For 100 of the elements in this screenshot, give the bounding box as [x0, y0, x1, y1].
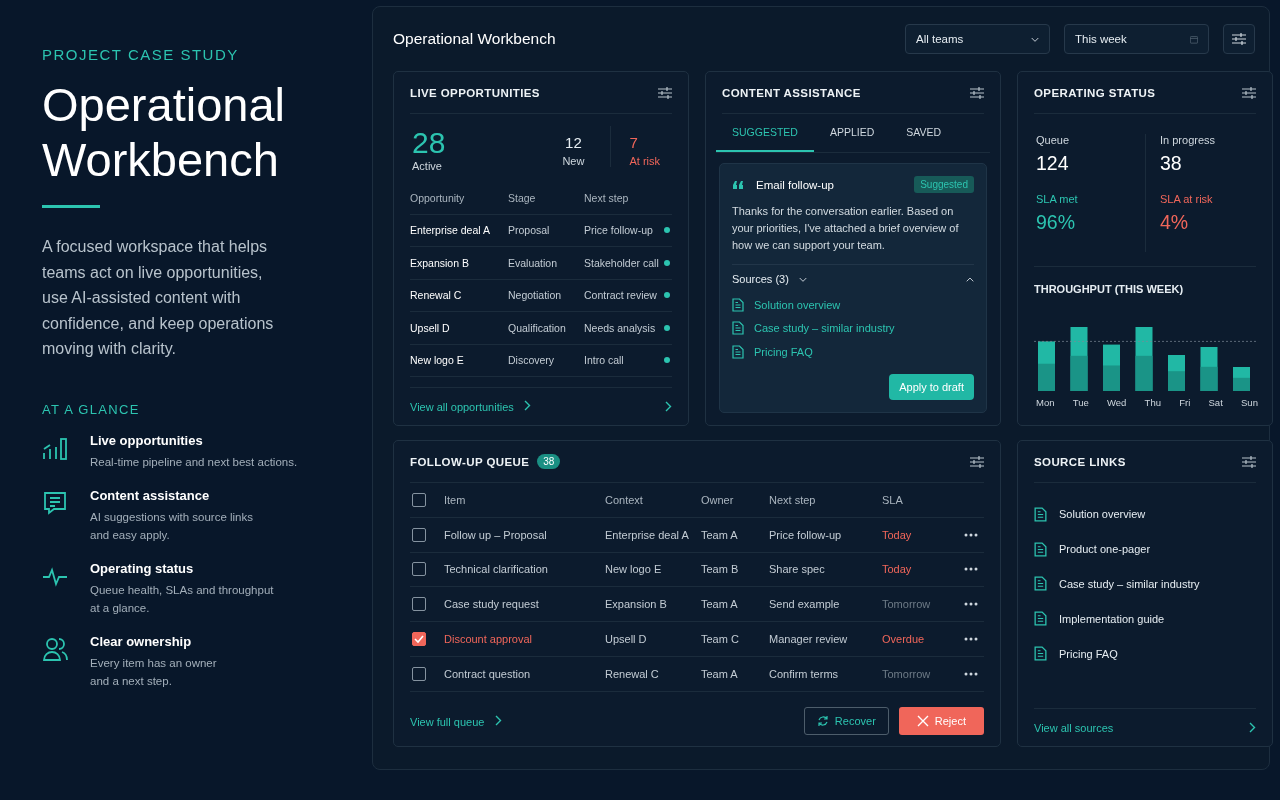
- document-icon: [1034, 576, 1047, 592]
- checkbox[interactable]: [412, 597, 426, 612]
- feature-title: Operating status: [90, 560, 195, 576]
- stat-value: 7: [629, 134, 639, 151]
- source-link[interactable]: Implementation guide: [1059, 612, 1165, 625]
- day-label: Sun: [1241, 397, 1258, 408]
- table-cell-text: Manager review: [769, 633, 849, 646]
- feature-title: Live opportunities: [90, 432, 204, 448]
- feature-text: Every item has an owner: [90, 655, 217, 671]
- date-picker[interactable]: This week: [1064, 24, 1209, 54]
- tab[interactable]: SAVED: [890, 114, 958, 152]
- metric-label: SLA met: [1036, 193, 1079, 205]
- metric-value: 96%: [1036, 211, 1077, 234]
- metric-label: SLA at risk: [1160, 193, 1214, 205]
- metric-value: 4%: [1160, 211, 1190, 234]
- table-cell-text: Team B: [701, 563, 740, 576]
- stat-value: 28: [412, 126, 446, 160]
- eyebrow-label: PROJECT CASE STUDY: [42, 46, 240, 63]
- metric-label: In progress: [1160, 134, 1217, 146]
- table-cell-text: Evaluation: [508, 256, 559, 269]
- column-header: Next step: [769, 493, 817, 506]
- source-link[interactable]: Pricing FAQ: [1059, 647, 1118, 660]
- table-cell: Needs analysis: [584, 321, 656, 334]
- table-cell-text: Team A: [701, 598, 739, 611]
- checkbox[interactable]: [412, 492, 426, 507]
- people-icon: [42, 635, 68, 662]
- status-badge: Suggested: [914, 176, 974, 193]
- section-heading: AT A GLANCE: [42, 401, 141, 417]
- source-link[interactable]: Pricing FAQ: [754, 345, 813, 358]
- calendar-icon: [1190, 33, 1198, 45]
- settings-icon: [1232, 33, 1246, 45]
- table-cell: Stakeholder call: [584, 256, 659, 269]
- recover-button[interactable]: Recover: [803, 707, 889, 735]
- tab[interactable]: APPLIED: [813, 114, 891, 152]
- column-header: Next step: [584, 191, 630, 204]
- feature-text: at a glance.: [90, 600, 151, 616]
- sources-label: Sources (3): [732, 273, 789, 285]
- filter-button[interactable]: [1223, 24, 1255, 54]
- chart-bar: [1103, 344, 1120, 391]
- tab[interactable]: SUGGESTED: [716, 114, 814, 152]
- checkmark-icon: [413, 633, 425, 646]
- description: A focused workspace that helps teams act on live opportunities, use AI-assisted content with confidence, and keep operations moving with clarity.: [42, 237, 275, 359]
- table-cell: Intro call: [584, 354, 624, 367]
- source-link[interactable]: Solution overview: [1059, 508, 1146, 521]
- table-cell-text: Follow up – Proposal: [444, 528, 548, 541]
- source-link[interactable]: Case study – similar industry: [1059, 578, 1200, 590]
- more-icon[interactable]: [964, 671, 978, 676]
- metric-value: 38: [1160, 152, 1183, 175]
- table-cell-text: New logo E: [605, 563, 663, 576]
- table-cell-text: Enterprise deal A: [410, 224, 491, 237]
- day-label: Fri: [1179, 397, 1191, 408]
- table-cell-text: Renewal C: [605, 667, 660, 680]
- table-cell-text: Discovery: [508, 354, 556, 367]
- column-header: Item: [444, 493, 467, 506]
- table-cell-text: Share spec: [769, 563, 826, 576]
- table-cell-text: Renewal C: [410, 289, 463, 302]
- checkbox[interactable]: [412, 527, 426, 542]
- view-sources-link[interactable]: View all sources: [1034, 721, 1114, 734]
- chart-title: THROUGHPUT (THIS WEEK): [1034, 283, 1185, 295]
- document-icon: [1034, 506, 1047, 522]
- table-cell-text: Expansion B: [605, 598, 668, 611]
- document-icon: [732, 297, 744, 312]
- stat-value: 12: [565, 134, 582, 151]
- checkbox[interactable]: [412, 632, 426, 647]
- checkbox[interactable]: [412, 562, 426, 577]
- table-cell-text: Today: [882, 528, 913, 541]
- view-all-link[interactable]: View all opportunities: [410, 400, 531, 413]
- view-queue-link[interactable]: View full queue: [410, 714, 794, 728]
- chevron-right-icon: [522, 400, 531, 411]
- team-dropdown[interactable]: All teams: [905, 24, 1050, 54]
- source-link[interactable]: Solution overview: [754, 298, 841, 311]
- table-cell-text: Tomorrow: [882, 667, 932, 680]
- table-cell-text: Team A: [701, 528, 739, 541]
- stat-label: Active: [412, 160, 443, 172]
- stat-label: At risk: [629, 155, 660, 167]
- more-icon[interactable]: [964, 532, 978, 537]
- source-link[interactable]: Product one-pager: [1059, 543, 1151, 556]
- metric-value: 124: [1036, 152, 1070, 175]
- table-cell: Price follow-up: [584, 224, 653, 237]
- day-label: Tue: [1072, 397, 1089, 408]
- card-title: LIVE OPPORTUNITIES: [410, 86, 540, 99]
- day-label: Wed: [1107, 397, 1127, 408]
- more-icon[interactable]: [964, 602, 978, 607]
- suggestion-title: Email follow-up: [756, 178, 835, 191]
- document-icon: [1034, 611, 1047, 627]
- source-link[interactable]: Case study – similar industry: [754, 322, 895, 335]
- document-icon: [1034, 646, 1047, 662]
- table-cell-text: Qualification: [508, 321, 567, 334]
- table-cell-text: Team C: [701, 633, 740, 646]
- checkbox[interactable]: [412, 666, 426, 681]
- table-cell-text: Overdue: [882, 633, 926, 646]
- feature-text: Queue health, SLAs and throughput: [90, 582, 274, 598]
- more-icon[interactable]: [964, 637, 978, 642]
- more-icon[interactable]: [964, 567, 978, 572]
- table-cell-text: Contract question: [444, 667, 532, 680]
- column-header: Context: [605, 493, 644, 506]
- settings-icon: [1242, 86, 1256, 99]
- table-cell-text: Upsell D: [410, 321, 451, 334]
- chart-bar: [1233, 367, 1250, 391]
- column-header: SLA: [882, 493, 904, 506]
